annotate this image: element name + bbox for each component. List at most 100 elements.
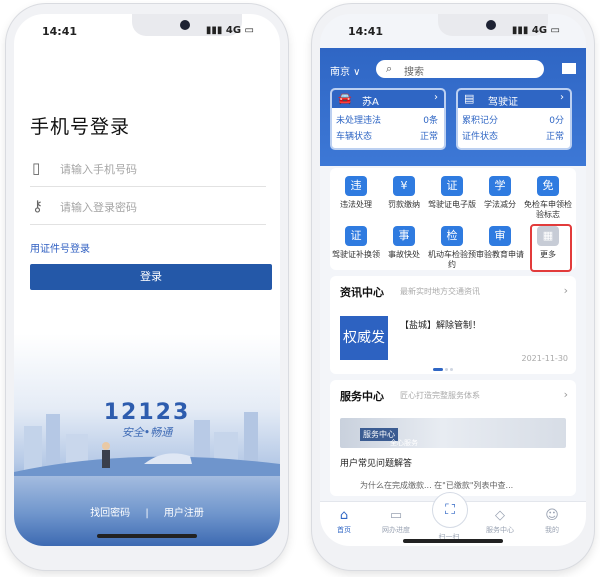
- page-title: 手机号登录: [30, 116, 131, 138]
- link-separator: |: [145, 508, 149, 519]
- service-label: 违法处理: [340, 200, 372, 209]
- service-fine-payment[interactable]: ¥ 罚款缴纳: [380, 176, 428, 210]
- diamond-icon: ◇: [495, 508, 505, 523]
- right-phone-frame: 14:41 ▮▮▮ 4G ▭ 南京 ∨ ⌕ 搜索 🚘 苏A › 未处理违法 0条: [312, 4, 594, 570]
- news-date: 2021-11-30: [521, 354, 569, 363]
- message-icon[interactable]: [562, 63, 576, 74]
- document-icon: 审: [489, 226, 511, 246]
- service-label: 机动车检验预约: [428, 250, 476, 269]
- car-icon: 🚘: [338, 92, 352, 105]
- license-icon: ▤: [464, 92, 475, 105]
- status-time: 14:41: [42, 25, 78, 38]
- service-accident[interactable]: 事 事故快处: [380, 226, 428, 260]
- chevron-right-icon: ›: [434, 92, 438, 103]
- key-icon: ⚷: [32, 197, 43, 215]
- id-login-link[interactable]: 用证件号登录: [30, 240, 90, 255]
- network-type: 4G: [531, 25, 548, 36]
- network-type: 4G: [225, 25, 242, 36]
- violation-icon: 违: [345, 176, 367, 196]
- license-status-row: 证件状态 正常: [462, 129, 566, 142]
- tab-label: 首页: [337, 526, 351, 534]
- tab-home[interactable]: ⌂ 首页: [324, 508, 364, 535]
- camera-icon: [180, 20, 190, 30]
- service-grid: 违 违法处理 ¥ 罚款缴纳 证 驾驶证电子版 学 学法减分 免 免检车申领检验标…: [330, 168, 576, 272]
- tab-profile[interactable]: ☺ 我的: [532, 508, 572, 535]
- service-inspection-booking[interactable]: 检 机动车检验预约: [428, 226, 476, 270]
- vehicle-card-header: 🚘 苏A ›: [332, 90, 444, 108]
- tab-label: 我的: [545, 526, 559, 534]
- service-label: 学法减分: [484, 200, 516, 209]
- service-license-renewal[interactable]: 证 驾驶证补换领: [332, 226, 380, 260]
- city-selector[interactable]: 南京 ∨: [330, 63, 361, 78]
- vehicle-card[interactable]: 🚘 苏A › 未处理违法 0条 车辆状态 正常: [330, 88, 446, 150]
- home-indicator: [403, 539, 503, 543]
- payment-icon: ¥: [393, 176, 415, 196]
- slogan: 安全•畅通: [121, 426, 173, 439]
- home-header: 南京 ∨ ⌕ 搜索 🚘 苏A › 未处理违法 0条 车辆状态 正常 ▤ 驾驶证 …: [320, 48, 586, 166]
- license-card-header: ▤ 驾驶证 ›: [458, 90, 570, 108]
- faq-link[interactable]: 用户常见问题解答: [340, 456, 412, 469]
- user-icon: ☺: [545, 508, 559, 523]
- status-bar: 14:41 ▮▮▮ 4G ▭: [14, 14, 280, 48]
- service-label: 罚款缴纳: [388, 200, 420, 209]
- camera-icon: [486, 20, 496, 30]
- license-card[interactable]: ▤ 驾驶证 › 累积记分 0分 证件状态 正常: [456, 88, 572, 150]
- home-screen: 14:41 ▮▮▮ 4G ▭ 南京 ∨ ⌕ 搜索 🚘 苏A › 未处理违法 0条: [320, 14, 586, 546]
- chevron-right-icon[interactable]: ›: [564, 284, 568, 297]
- forgot-password-link[interactable]: 找回密码: [90, 508, 130, 519]
- faq-preview: 为什么在完成缴款... 在"已缴款"列表中查...: [360, 481, 514, 490]
- service-center-section: 服务中心 匠心打造完整服务体系 › 服务中心 全心服务 用户常见问题解答 为什么…: [330, 380, 576, 496]
- password-field[interactable]: ⚷ 请输入登录密码: [30, 190, 266, 225]
- signal-indicator: ▮▮▮ 4G ▭: [511, 25, 560, 36]
- vehicle-status-row: 车辆状态 正常: [336, 129, 440, 142]
- search-input[interactable]: ⌕ 搜索: [376, 60, 544, 78]
- section-title: 资讯中心: [340, 286, 384, 299]
- status-time: 14:41: [348, 25, 384, 38]
- news-section: 资讯中心 最新实时地方交通资讯 › 权威发布 【盐城】解除管制！ 2021-11…: [330, 276, 576, 374]
- service-e-license[interactable]: 证 驾驶证电子版: [428, 176, 476, 210]
- home-icon: ⌂: [339, 508, 349, 523]
- service-violation[interactable]: 违 违法处理: [332, 176, 380, 210]
- service-learn-law[interactable]: 学 学法减分: [476, 176, 524, 210]
- news-thumbnail[interactable]: 权威发布: [340, 316, 388, 360]
- phone-field[interactable]: ▯ 请输入手机号码: [30, 152, 266, 187]
- search-placeholder: 搜索: [404, 67, 424, 78]
- service-label: 审验教育申请: [476, 250, 524, 259]
- plate-number: 苏A: [362, 97, 379, 108]
- row-value: 0条: [423, 116, 438, 126]
- carousel-dots: [432, 356, 454, 375]
- section-title: 服务中心: [340, 390, 384, 403]
- brand-logo-text: 12123: [103, 400, 191, 425]
- row-value: 正常: [419, 132, 438, 142]
- home-indicator: [97, 534, 197, 538]
- login-button[interactable]: 登录: [30, 264, 272, 290]
- service-education[interactable]: 审 审验教育申请: [476, 226, 524, 260]
- monitor-icon: ▭: [389, 508, 403, 523]
- id-card-icon: 证: [345, 226, 367, 246]
- license-title: 驾驶证: [488, 97, 518, 108]
- accident-icon: 事: [393, 226, 415, 246]
- phone-icon: ▯: [32, 159, 41, 177]
- tab-service-center[interactable]: ◇ 服务中心: [480, 508, 520, 535]
- phone-placeholder: 请输入手机号码: [60, 163, 137, 176]
- section-subtitle: 最新实时地方交通资讯: [400, 287, 480, 296]
- section-subtitle: 匠心打造完整服务体系: [400, 391, 480, 400]
- service-label: 驾驶证电子版: [428, 200, 476, 209]
- bottom-links: 找回密码 | 用户注册: [14, 504, 280, 519]
- service-exempt-inspection[interactable]: 免 免检车申领检验标志: [524, 176, 572, 220]
- chevron-right-icon[interactable]: ›: [564, 388, 568, 401]
- scan-button[interactable]: ⛶: [432, 492, 468, 528]
- exempt-icon: 免: [537, 176, 559, 196]
- row-value: 0分: [549, 116, 564, 126]
- highlight-box: [530, 224, 572, 272]
- car-inspection-icon: 检: [441, 226, 463, 246]
- tab-label: 网办进度: [382, 526, 410, 534]
- tab-progress[interactable]: ▭ 网办进度: [376, 508, 416, 535]
- left-phone-frame: 14:41 ▮▮▮ 4G ▭ 手机号登录 ▯ 请输入手机号码 ⚷ 请输入登录密码…: [6, 4, 288, 570]
- service-banner-subtag: 全心服务: [390, 439, 418, 447]
- news-headline[interactable]: 【盐城】解除管制！: [400, 318, 481, 331]
- row-label: 累积记分: [462, 116, 499, 126]
- license-points-row: 累积记分 0分: [462, 113, 566, 126]
- register-link[interactable]: 用户注册: [164, 508, 204, 519]
- row-label: 证件状态: [462, 132, 499, 142]
